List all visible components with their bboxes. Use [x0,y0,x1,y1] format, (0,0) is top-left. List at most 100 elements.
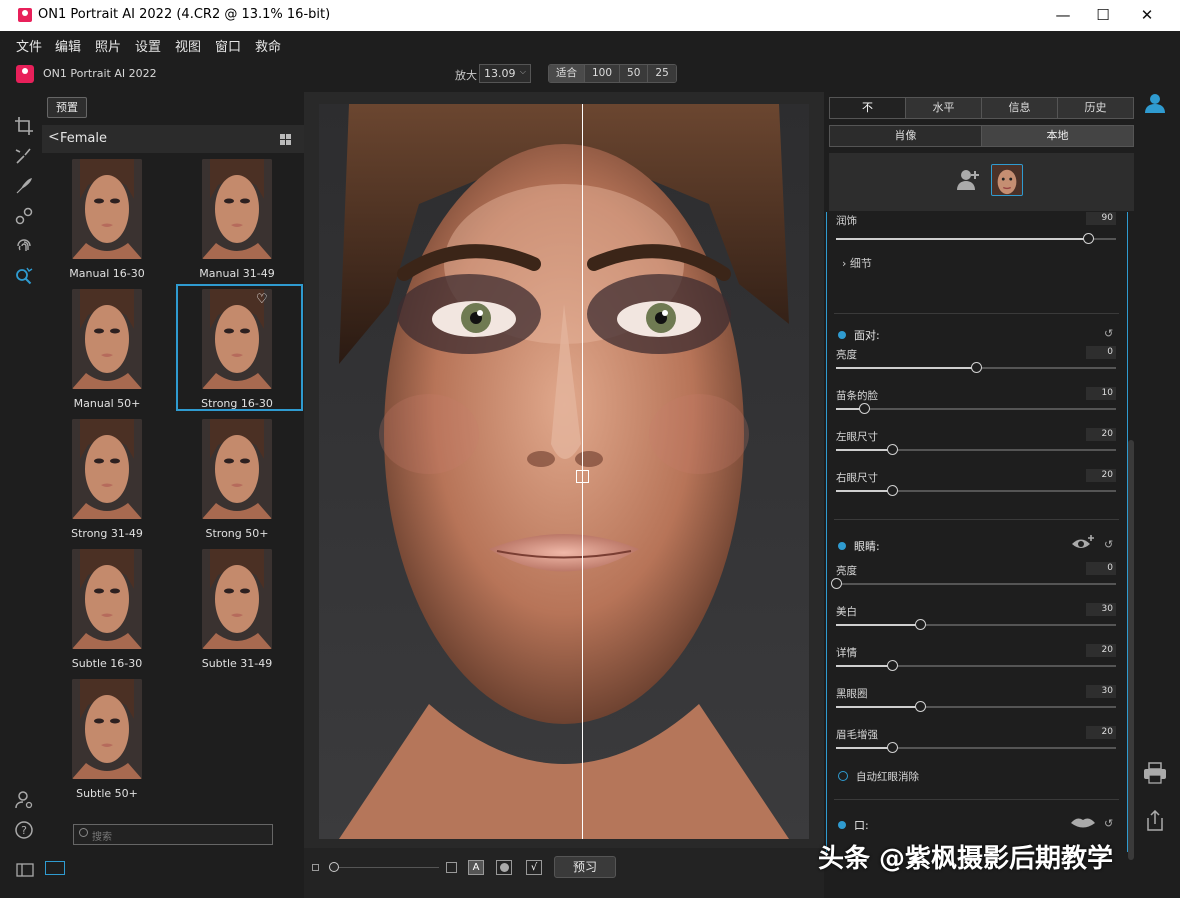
slider-track[interactable] [836,403,1116,414]
add-eye-icon[interactable] [1071,534,1095,556]
face-section-header[interactable]: 面对: [838,327,880,343]
tab-portrait[interactable]: 肖像 [830,126,982,146]
close-button[interactable]: ✕ [1124,0,1170,31]
fingerprint-icon[interactable] [14,236,34,256]
print-icon[interactable] [1143,762,1167,788]
zoom-slider-handle[interactable] [329,862,339,872]
portrait-module-icon[interactable] [1144,92,1166,118]
brush-icon[interactable] [14,146,34,166]
preset-thumbnail[interactable] [202,419,272,519]
slider-value[interactable]: 20 [1086,644,1116,657]
section-enabled-dot[interactable] [838,542,846,550]
adjustments-scroll[interactable]: 润饰 90 › 细节 面对: ↺ 亮度 0 苗条的脸 10 左眼尺寸 20 右眼尺寸 20 眼… [824,212,1140,898]
section-enabled-dot[interactable] [838,821,846,829]
grid-view-icon[interactable] [280,134,291,145]
portrait-ai-icon[interactable] [14,266,34,286]
mouth-section-header[interactable]: 口: [838,817,869,833]
mask-mode-button[interactable]: A [468,860,484,875]
slider-value[interactable]: 20 [1086,726,1116,739]
tab-none[interactable]: 不 [830,98,906,118]
slider-track[interactable] [836,701,1116,712]
slider-track[interactable] [836,444,1116,455]
tab-local[interactable]: 本地 [982,126,1133,146]
slider-handle[interactable] [887,444,898,455]
zoom-select[interactable]: 13.09 ⌵ [479,64,531,83]
overlay-mode-button[interactable] [496,860,512,875]
slider-value[interactable]: 30 [1086,685,1116,698]
preset-thumbnail[interactable] [202,159,272,259]
slider-value[interactable]: 0 [1086,562,1116,575]
slider-track[interactable] [836,485,1116,496]
add-face-icon[interactable] [957,169,981,191]
preset-button[interactable]: 预置 [47,97,87,118]
menu-photo[interactable]: 照片 [95,36,121,55]
slider-handle[interactable] [915,701,926,712]
slider-handle[interactable] [915,619,926,630]
image-canvas[interactable] [304,92,824,848]
reset-face-icon[interactable]: ↺ [1104,327,1113,340]
panel-scrollbar[interactable] [1128,440,1134,860]
slider-track[interactable] [836,362,1116,373]
retouch-value[interactable]: 90 [1086,212,1116,225]
clone-icon[interactable] [14,206,34,226]
favorite-heart-icon[interactable]: ♡ [256,292,268,307]
help-icon[interactable]: ? [14,820,34,840]
slider-handle[interactable] [859,403,870,414]
zoom-25-button[interactable]: 25 [648,65,676,82]
portrait-photo[interactable] [319,104,809,839]
slider-handle[interactable] [887,660,898,671]
preset-thumbnail[interactable] [72,159,142,259]
slider-handle[interactable] [887,485,898,496]
share-icon[interactable] [1145,809,1165,836]
face-thumbnail[interactable] [991,164,1023,196]
section-enabled-dot[interactable] [838,331,846,339]
reset-eyes-icon[interactable]: ↺ [1104,538,1113,551]
layout-toggle-icon[interactable] [45,861,65,875]
zoom-fit-button[interactable]: 适合 [549,65,585,82]
zoom-50-button[interactable]: 50 [620,65,649,82]
preset-thumbnail[interactable] [202,549,272,649]
zoom-100-button[interactable]: 100 [585,65,621,82]
preview-button[interactable]: 预习 [554,856,616,878]
retouch-brush-icon[interactable] [14,176,34,196]
detail-expander[interactable]: › 细节 [842,255,872,271]
menu-edit[interactable]: 编辑 [55,36,81,55]
slider-track[interactable] [836,742,1116,753]
retouch-slider[interactable] [836,233,1116,244]
category-header[interactable]: < Female [42,125,304,153]
slider-value[interactable]: 10 [1086,387,1116,400]
preset-search-input[interactable]: 搜索 [73,824,273,845]
slider-value[interactable]: 30 [1086,603,1116,616]
lips-icon[interactable] [1070,815,1096,834]
redeye-checkbox[interactable]: 自动红眼消除 [838,769,919,784]
slider-value[interactable]: 20 [1086,428,1116,441]
eyes-section-header[interactable]: 眼睛: [838,538,880,554]
zoom-slider-track[interactable] [334,867,439,868]
preset-thumbnail[interactable] [72,289,142,389]
tab-level[interactable]: 水平 [906,98,982,118]
menu-view[interactable]: 视图 [175,36,201,55]
slider-track[interactable] [836,619,1116,630]
tab-history[interactable]: 历史 [1058,98,1133,118]
crop-icon[interactable] [14,116,34,136]
slider-track[interactable] [831,578,1116,589]
maximize-button[interactable]: ☐ [1080,0,1126,31]
slider-handle[interactable] [971,362,982,373]
slider-handle[interactable] [887,742,898,753]
user-settings-icon[interactable] [14,790,34,810]
preset-thumbnail[interactable] [72,549,142,649]
split-handle[interactable] [576,470,589,483]
preset-thumbnail[interactable] [72,679,142,779]
slider-value[interactable]: 20 [1086,469,1116,482]
slider-track[interactable] [836,660,1116,671]
menu-window[interactable]: 窗口 [215,36,241,55]
reset-mouth-icon[interactable]: ↺ [1104,817,1113,830]
chevron-left-icon[interactable]: < [48,129,60,145]
preset-thumbnail[interactable] [72,419,142,519]
panel-toggle-icon[interactable] [16,860,36,880]
compare-mode-button[interactable]: √ [526,860,542,875]
slider-handle[interactable] [831,578,842,589]
menu-settings[interactable]: 设置 [135,36,161,55]
menu-help[interactable]: 救命 [255,36,281,55]
tab-info[interactable]: 信息 [982,98,1058,118]
